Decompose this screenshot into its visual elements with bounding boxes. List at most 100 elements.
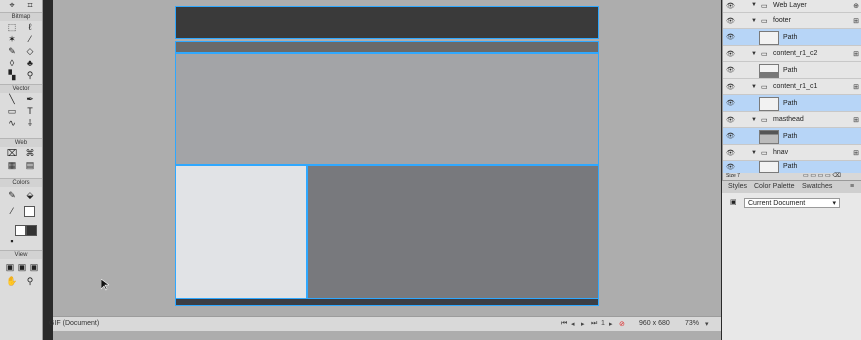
default-colors-icon[interactable]: ▪ xyxy=(6,236,18,246)
tab-swatches[interactable]: Swatches xyxy=(802,183,832,190)
layer-name: footer xyxy=(773,17,791,24)
path-row-content-r1-c1[interactable]: 👁 Path xyxy=(723,95,861,112)
expand-arrow-icon[interactable]: ▼ xyxy=(751,84,757,90)
marquee-tool-icon[interactable]: ⬚ xyxy=(6,22,18,32)
fill-swatch[interactable] xyxy=(15,225,26,236)
fullscreen-icon[interactable]: ▣ xyxy=(28,262,40,272)
masthead-block[interactable] xyxy=(175,53,599,165)
slice-tool-icon[interactable]: ⌘ xyxy=(24,148,36,158)
fill-color-icon[interactable]: ⬙ xyxy=(24,190,36,200)
loop-icon[interactable]: ▸ xyxy=(609,320,613,328)
no-color-icon[interactable]: ⁄ xyxy=(6,206,18,216)
folder-icon: ▭ xyxy=(761,117,768,124)
replace-color-icon[interactable]: ▚ xyxy=(6,70,18,80)
pencil-tool-icon[interactable]: ✎ xyxy=(6,46,18,56)
lock-icon[interactable]: ⊞ xyxy=(853,17,859,25)
line-tool-icon[interactable]: ╲ xyxy=(6,94,18,104)
rectangle-tool-icon[interactable]: ▭ xyxy=(6,106,18,116)
knife-tool-icon[interactable]: ⸸ xyxy=(24,118,36,128)
first-frame-icon[interactable]: ⏮ xyxy=(561,320,567,328)
lock-icon[interactable]: ⊞ xyxy=(853,83,859,91)
canvas[interactable] xyxy=(173,6,599,306)
layer-row-hnav[interactable]: 👁 ▼ ▭ hnav ⊞ xyxy=(723,145,861,161)
section-vector: Vector xyxy=(0,84,42,93)
pen-tool-icon[interactable]: ✒ xyxy=(24,94,36,104)
eye-icon[interactable]: 👁 xyxy=(726,99,735,107)
text-tool-icon[interactable]: T xyxy=(24,106,36,116)
layer-name: masthead xyxy=(773,116,804,123)
last-frame-icon[interactable]: 1 xyxy=(601,320,605,327)
lock-icon[interactable]: ⊞ xyxy=(853,50,859,58)
path-name: Path xyxy=(783,133,798,140)
layer-row-footer[interactable]: 👁 ▼ ▭ footer ⊞ xyxy=(723,13,861,29)
zoom-tool-icon[interactable]: ⚲ xyxy=(24,276,36,286)
eyedropper-bitmap-icon[interactable]: ⚲ xyxy=(24,70,36,80)
hotspot-tool-icon[interactable]: ⌧ xyxy=(6,148,18,158)
expand-arrow-icon[interactable]: ▼ xyxy=(751,51,757,57)
zoom-dropdown-icon[interactable]: ▾ xyxy=(705,320,709,328)
play-icon[interactable]: ▸ xyxy=(581,320,585,328)
layer-name: content_r1_c1 xyxy=(773,83,818,90)
stamp-tool-icon[interactable]: ♣ xyxy=(24,58,36,68)
subselect-tool-icon[interactable]: ⌖ xyxy=(6,0,18,10)
eye-icon[interactable]: 👁 xyxy=(726,83,735,91)
crop-tool-icon[interactable]: ⌗ xyxy=(24,0,36,10)
footer-block[interactable] xyxy=(175,298,599,306)
eye-icon[interactable]: 👁 xyxy=(726,2,735,10)
tab-color-palette[interactable]: Color Palette xyxy=(754,183,794,190)
header-block[interactable] xyxy=(175,6,599,39)
path-row-footer[interactable]: 👁 Path xyxy=(723,29,861,46)
swap-color-swatch[interactable] xyxy=(24,206,35,217)
hide-slices-icon[interactable]: ▦ xyxy=(6,160,18,170)
path-thumbnail xyxy=(759,97,779,111)
content-r1-c1-block[interactable] xyxy=(175,165,307,299)
path-row-masthead[interactable]: 👁 Path xyxy=(723,128,861,145)
eye-icon[interactable]: 👁 xyxy=(726,149,735,157)
lock-icon[interactable]: ⊞ xyxy=(853,149,859,157)
document-window[interactable]: GIF (Document) ⏮ ◂ ▸ ⏭ 1 ▸ ⊘ 960 x 680 7… xyxy=(49,0,721,340)
content-r1-c2-block[interactable] xyxy=(307,165,599,299)
eraser-tool-icon[interactable]: ◇ xyxy=(24,46,36,56)
prev-frame-icon[interactable]: ◂ xyxy=(571,320,575,328)
eye-icon[interactable]: 👁 xyxy=(726,132,735,140)
expand-arrow-icon[interactable]: ▼ xyxy=(751,117,757,123)
layer-row-content-r1-c1[interactable]: 👁 ▼ ▭ content_r1_c1 ⊞ xyxy=(723,79,861,95)
eye-icon[interactable]: 👁 xyxy=(726,33,735,41)
stroke-color-icon[interactable]: ✎ xyxy=(6,190,18,200)
eye-icon[interactable]: 👁 xyxy=(726,17,735,25)
web-layer-row[interactable]: 👁 ▼ ▭ Web Layer ⊕ xyxy=(723,0,861,13)
path-name: Path xyxy=(783,34,798,41)
lock-icon[interactable]: ⊞ xyxy=(853,116,859,124)
fullscreen-menu-icon[interactable]: ▣ xyxy=(16,262,28,272)
stroke-swatch[interactable] xyxy=(26,225,37,236)
layer-row-content-r1-c2[interactable]: 👁 ▼ ▭ content_r1_c2 ⊞ xyxy=(723,46,861,62)
layer-row-masthead[interactable]: 👁 ▼ ▭ masthead ⊞ xyxy=(723,112,861,128)
eye-icon[interactable]: 👁 xyxy=(726,116,735,124)
path-row-content-r1-c2[interactable]: 👁 Path xyxy=(723,62,861,79)
brush-tool-icon[interactable]: ⁄ xyxy=(24,34,36,44)
zoom-level[interactable]: 73% xyxy=(685,320,699,327)
eye-icon[interactable]: 👁 xyxy=(726,163,735,171)
standard-screen-icon[interactable]: ▣ xyxy=(4,262,16,272)
show-slices-icon[interactable]: ▤ xyxy=(24,160,36,170)
layer-name: content_r1_c2 xyxy=(773,50,818,57)
eye-icon[interactable]: 👁 xyxy=(726,50,735,58)
hand-tool-icon[interactable]: ✋ xyxy=(6,276,18,286)
stop-icon[interactable]: ⊘ xyxy=(619,320,625,328)
lasso-tool-icon[interactable]: ℓ xyxy=(24,22,36,32)
document-select[interactable]: Current Document ▾ xyxy=(744,198,840,208)
next-frame-icon[interactable]: ⏭ xyxy=(591,320,597,328)
lock-icon[interactable]: ⊕ xyxy=(853,2,859,10)
expand-arrow-icon[interactable]: ▼ xyxy=(751,150,757,156)
hnav-block[interactable] xyxy=(175,41,599,53)
panel-menu-icon[interactable]: ≡ xyxy=(850,183,854,190)
eye-icon[interactable]: 👁 xyxy=(726,66,735,74)
tab-styles[interactable]: Styles xyxy=(728,183,747,190)
magic-wand-icon[interactable]: ✶ xyxy=(6,34,18,44)
new-layer-icon[interactable]: ▭ ▭ ▭ ▭ ⌫ xyxy=(803,172,841,179)
freeform-tool-icon[interactable]: ∿ xyxy=(6,118,18,128)
expand-arrow-icon[interactable]: ▼ xyxy=(751,2,757,8)
status-bar: GIF (Document) ⏮ ◂ ▸ ⏭ 1 ▸ ⊘ 960 x 680 7… xyxy=(49,316,721,331)
expand-arrow-icon[interactable]: ▼ xyxy=(751,18,757,24)
blur-tool-icon[interactable]: ◊ xyxy=(6,58,18,68)
